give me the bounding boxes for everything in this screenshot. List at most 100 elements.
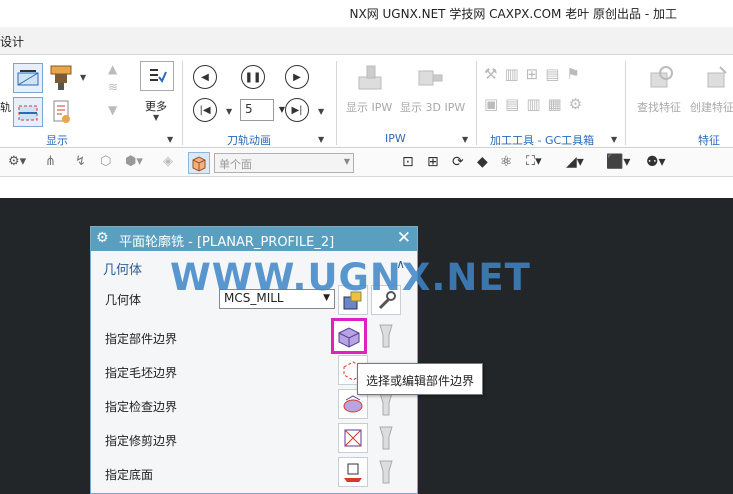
group-divider <box>625 61 626 145</box>
find-feature-label: 查找特征 <box>637 101 681 114</box>
toolpath-list-button[interactable] <box>13 97 43 127</box>
show-3d-ipw-button[interactable] <box>412 61 448 95</box>
window-title: NX网 UGNX.NET 学技网 CAXPX.COM 老叶 原创出品 - 加工 <box>349 7 677 21</box>
trim-boundary-icon <box>344 429 362 447</box>
view-orient-icon[interactable]: ⛶▾ <box>526 154 544 172</box>
checklist-icon <box>150 69 167 83</box>
show-part-boundary-button[interactable] <box>371 321 401 351</box>
specify-check-boundary-label: 指定检查边界 <box>105 400 178 414</box>
toolpath-list-icon <box>18 105 38 121</box>
tool-display-button[interactable] <box>48 63 74 93</box>
flashlight-icon <box>379 460 393 484</box>
render-style-icon[interactable]: ◢▾ <box>566 154 584 172</box>
shaded-icon[interactable]: ◆ <box>477 154 495 172</box>
rotate-view-icon[interactable]: ⟳ <box>452 154 470 172</box>
render-icon[interactable]: ⚛ <box>500 154 518 172</box>
toolpath-display-button[interactable] <box>13 63 43 93</box>
tooltip: 选择或编辑部件边界 <box>357 363 483 395</box>
specify-part-boundary-label: 指定部件边界 <box>105 332 178 346</box>
toolpath-display-icon <box>17 70 39 86</box>
ipw-group-label: IPW <box>385 132 406 145</box>
select-point-icon[interactable]: ⋔ <box>45 154 63 172</box>
tool-display-dropdown-icon[interactable]: ▼ <box>80 73 86 82</box>
select-face-icon[interactable]: ◈ <box>163 154 181 172</box>
specify-floor-label: 指定底面 <box>105 468 154 482</box>
move-down-icon[interactable]: ▼ <box>108 103 117 117</box>
show-3d-ipw-label: 显示 3D IPW <box>400 101 466 114</box>
check-boundary-icon <box>343 395 363 413</box>
selection-filter-value: 单个面 <box>219 158 252 171</box>
watermark: WWW.UGNX.NET <box>170 256 531 299</box>
pause-button[interactable]: ❚❚ <box>241 65 265 89</box>
flashlight-icon <box>379 324 393 348</box>
tool-holder-icon <box>50 65 72 90</box>
previous-frame-button[interactable]: |◀ <box>193 98 217 122</box>
visibility-icon[interactable]: ⚉▾ <box>646 154 666 172</box>
create-feature-label: 创建特征 <box>690 101 733 114</box>
play-button[interactable]: ▶ <box>285 65 309 89</box>
create-feature-icon <box>707 66 727 88</box>
find-feature-button[interactable] <box>645 61 677 95</box>
animation-group-label: 刀轨动画 <box>227 134 271 147</box>
create-feature-button[interactable] <box>700 61 732 95</box>
geometry-section-header[interactable]: 几何体 <box>103 259 142 278</box>
face-filter-toggle[interactable] <box>188 152 210 174</box>
selection-filter-select[interactable]: 单个面 ▼ <box>214 153 354 173</box>
select-curve-icon[interactable]: ↯ <box>75 154 93 172</box>
next-frame-button[interactable]: ▶| <box>285 98 309 122</box>
move-up-icon[interactable]: ▲ <box>108 62 117 76</box>
ribbon-cut-label: 轨 <box>0 101 11 114</box>
gc-tools-row2-icons[interactable]: ▣▤▥▦⚙ <box>484 95 589 113</box>
more-label: 更多 <box>145 100 167 113</box>
next-frame-icon: ▶| <box>291 104 303 116</box>
specify-floor-button[interactable] <box>338 457 368 487</box>
feature-group-label: 特征 <box>698 134 720 147</box>
floor-icon <box>344 463 362 482</box>
window-titlebar: NX网 UGNX.NET 学技网 CAXPX.COM 老叶 原创出品 - 加工 <box>0 0 733 27</box>
show-ipw-button[interactable] <box>352 61 388 95</box>
specify-part-boundary-button[interactable] <box>331 318 367 354</box>
specify-blank-boundary-label: 指定毛坯边界 <box>105 366 178 380</box>
zoom-window-icon[interactable]: ⊡ <box>402 154 420 172</box>
select-feature-icon[interactable]: ⬢▾ <box>125 154 143 172</box>
rewind-button[interactable]: ◀ <box>193 65 217 89</box>
cube-face-icon <box>192 156 206 172</box>
animation-group-expand-icon[interactable]: ▼ <box>318 135 324 144</box>
play-icon: ▶ <box>293 71 301 83</box>
show-trim-boundary-button[interactable] <box>371 423 401 453</box>
ribbon: 轨 ▼ ▲ ≋ ▼ 更多 ▼ 显示 ▼ ◀ ❚❚ ▶ |◀ ▼ 5 ▼ ▶| ▼… <box>0 55 733 148</box>
more-dropdown-icon[interactable]: ▼ <box>153 113 159 122</box>
snap-icon[interactable]: ⚙▾ <box>8 154 26 172</box>
tools-group-label: 加工工具 - GC工具箱 <box>490 134 595 147</box>
tab-design[interactable]: 设计 <box>0 33 24 50</box>
layers-icon[interactable]: ≋ <box>108 80 118 94</box>
fit-icon[interactable]: ⊞ <box>427 154 445 172</box>
display-group-expand-icon[interactable]: ▼ <box>167 135 173 144</box>
ipw-3d-icon <box>418 70 443 86</box>
pause-icon: ❚❚ <box>244 71 262 83</box>
more-button[interactable] <box>140 61 174 91</box>
close-icon[interactable]: ✕ <box>397 228 411 248</box>
next-frame-dropdown-icon[interactable]: ▼ <box>318 107 324 116</box>
dialog-title: 平面轮廓铣 - [PLANAR_PROFILE_2] <box>119 235 335 250</box>
group-divider <box>336 61 337 145</box>
frame-count-select[interactable]: 5 ▼ <box>240 99 285 121</box>
select-body-icon[interactable]: ⬡ <box>100 154 118 172</box>
rewind-icon: ◀ <box>201 71 209 83</box>
gear-icon[interactable]: ⚙ <box>96 230 109 246</box>
ipw-group-expand-icon[interactable]: ▼ <box>462 135 468 144</box>
frame-count-value: 5 <box>245 102 253 116</box>
previous-frame-dropdown-icon[interactable]: ▼ <box>226 107 232 116</box>
show-ipw-label: 显示 IPW <box>346 101 393 114</box>
find-feature-icon <box>650 66 673 88</box>
show-floor-button[interactable] <box>371 457 401 487</box>
geometry-label: 几何体 <box>105 293 142 307</box>
gc-tools-row1-icons[interactable]: ⚒▥⊞▤⚑ <box>484 65 587 83</box>
part-boundary-icon <box>338 327 360 348</box>
solid-cube-icon[interactable]: ⬛▾ <box>606 154 630 172</box>
specify-trim-boundary-button[interactable] <box>338 423 368 453</box>
machining-report-button[interactable] <box>48 97 74 127</box>
tools-group-expand-icon[interactable]: ▼ <box>611 135 617 144</box>
ipw-icon <box>358 65 382 90</box>
ribbon-tab-row: 设计 <box>0 27 733 55</box>
